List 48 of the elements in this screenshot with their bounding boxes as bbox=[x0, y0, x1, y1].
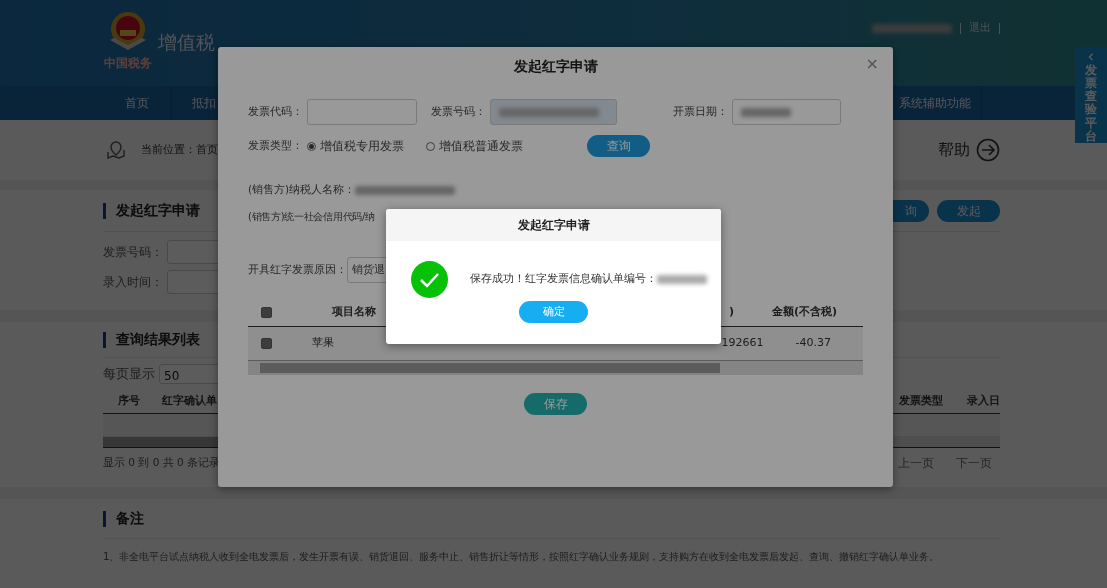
section-title: 发起红字申请 bbox=[116, 201, 200, 220]
save-button[interactable]: 保存 bbox=[524, 393, 587, 415]
field-label: 发票号码： bbox=[431, 103, 486, 120]
section-title: 查询结果列表 bbox=[116, 330, 200, 349]
input-field[interactable] bbox=[490, 99, 617, 125]
side-tab[interactable]: 发票查验平台 bbox=[1075, 47, 1107, 143]
submit-button[interactable]: 发起 bbox=[937, 199, 1000, 222]
dialog-message: 保存成功！红字发票信息确认单编号： bbox=[470, 271, 657, 288]
checkbox[interactable] bbox=[261, 338, 272, 349]
logo-caption: 中国税务 bbox=[104, 55, 152, 72]
dialog-title: 发起红字申请 bbox=[386, 209, 721, 241]
help-button[interactable]: 帮助 bbox=[938, 138, 1000, 162]
input-field[interactable] bbox=[307, 99, 417, 125]
seller-code-label: (销售方)统一社会信用代码/纳 bbox=[248, 209, 375, 224]
ok-button[interactable]: 确定 bbox=[519, 301, 588, 323]
site-title: 增值税 bbox=[158, 30, 215, 55]
column-header: 发票类型 bbox=[899, 392, 943, 408]
table-cell: 苹果 bbox=[312, 335, 334, 352]
chevron-left-icon bbox=[1086, 53, 1096, 61]
radio-option[interactable]: 增值税专用发票 bbox=[307, 137, 404, 155]
checkbox[interactable] bbox=[261, 307, 272, 318]
success-check-icon bbox=[411, 261, 448, 298]
column-header: 录入日 bbox=[967, 392, 1000, 408]
redacted-value bbox=[741, 107, 791, 117]
column-header: 金额(不含税) bbox=[771, 304, 837, 321]
seller-name-label: (销售方)纳税人名称： bbox=[248, 182, 356, 198]
field-label: 发票类型： bbox=[248, 137, 303, 154]
column-header: 项目名称 bbox=[332, 304, 376, 321]
query-button[interactable]: 查询 bbox=[587, 135, 650, 157]
field-label: 录入时间： bbox=[103, 274, 163, 291]
column-header: ) bbox=[728, 304, 734, 321]
field-label: 开具红字发票原因： bbox=[248, 261, 347, 278]
redacted-value bbox=[657, 275, 707, 284]
breadcrumb-text: 当前位置：首页 bbox=[141, 142, 218, 158]
table-cell: -40.37 bbox=[795, 335, 831, 352]
map-pin-icon bbox=[106, 140, 126, 160]
input-field[interactable] bbox=[732, 99, 841, 125]
modal-title: 发起红字申请 bbox=[512, 57, 599, 76]
arrow-right-icon bbox=[976, 138, 1000, 162]
radio-option[interactable]: 增值税普通发票 bbox=[426, 137, 523, 155]
field-label: 发票代码： bbox=[248, 103, 303, 120]
column-header: 红字确认单 bbox=[162, 392, 217, 408]
close-button[interactable]: × bbox=[859, 55, 885, 73]
section-title: 备注 bbox=[116, 509, 144, 528]
table-cell: 192661 bbox=[721, 335, 764, 352]
page-size-label: 每页显示 bbox=[103, 365, 155, 384]
field-label: 开票日期： bbox=[673, 103, 728, 120]
column-header: 序号 bbox=[118, 392, 140, 408]
